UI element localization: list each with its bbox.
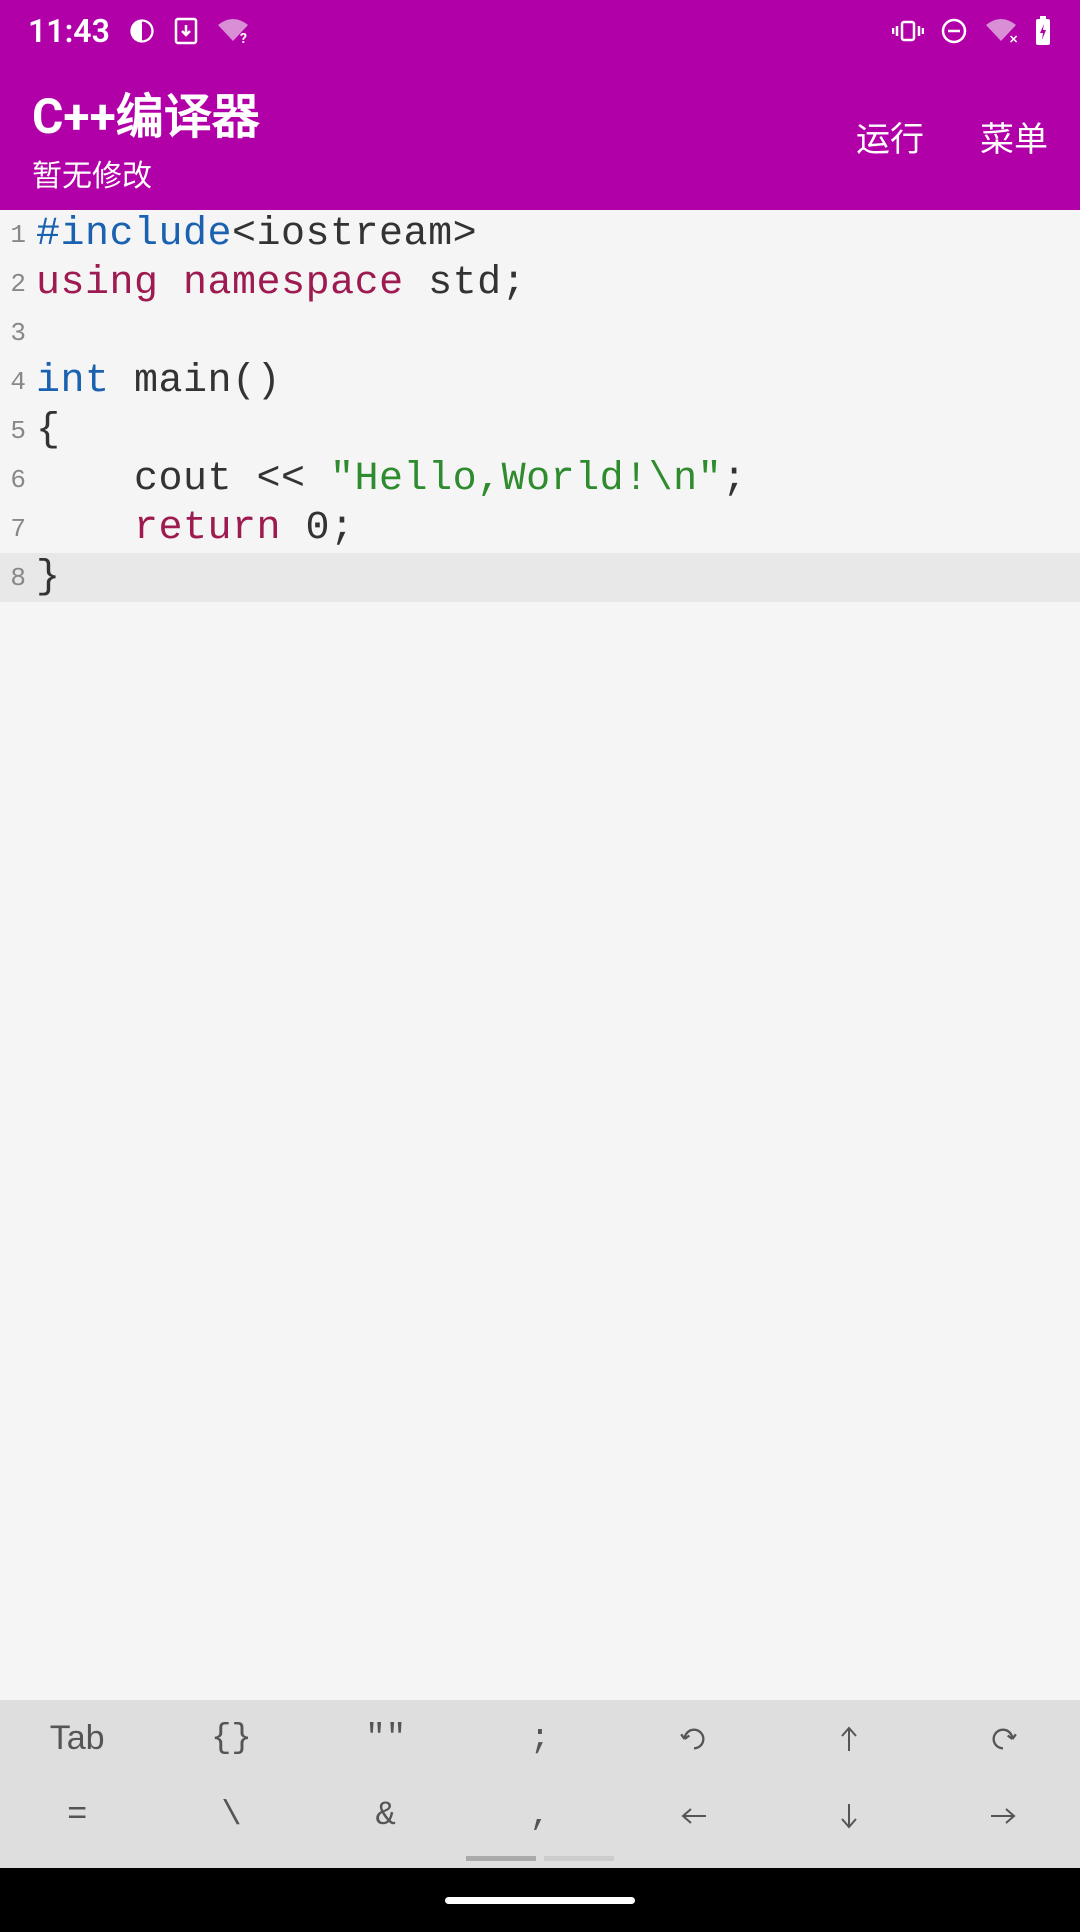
line-number: 6 — [0, 465, 36, 495]
app-title: C++编译器 — [32, 77, 260, 147]
key-arrow-left[interactable] — [617, 1777, 771, 1854]
wifi-question-icon: ? — [216, 17, 250, 45]
line-number: 4 — [0, 367, 36, 397]
wifi-error-icon: ✕ — [984, 17, 1018, 45]
status-bar: 11:43 ? ✕ — [0, 0, 1080, 62]
key-arrow-down[interactable] — [771, 1777, 925, 1854]
header-title-block: C++编译器 暂无修改 — [32, 77, 260, 195]
code-line[interactable]: 2using namespace std; — [0, 259, 1080, 308]
line-content: int main() — [36, 359, 281, 404]
vibrate-icon — [892, 19, 924, 43]
key-arrow-up[interactable] — [771, 1700, 925, 1777]
indicator-inactive — [544, 1856, 614, 1861]
code-line[interactable]: 6 cout << "Hello,World!\n"; — [0, 455, 1080, 504]
app-header: C++编译器 暂无修改 运行 菜单 — [0, 62, 1080, 210]
nav-bar — [0, 1868, 1080, 1932]
code-line[interactable]: 5{ — [0, 406, 1080, 455]
notification-icon — [128, 17, 156, 45]
app-subtitle: 暂无修改 — [32, 151, 260, 195]
keyboard-indicator — [0, 1854, 1080, 1868]
line-number: 1 — [0, 220, 36, 250]
line-content: return 0; — [36, 506, 355, 551]
code-line[interactable]: 7 return 0; — [0, 504, 1080, 553]
key-ampersand[interactable]: & — [309, 1777, 463, 1854]
status-left: 11:43 ? — [28, 12, 250, 50]
line-content: #include<iostream> — [36, 212, 477, 257]
key-redo[interactable] — [926, 1700, 1080, 1777]
keyboard-row-2: = \ & , — [0, 1777, 1080, 1854]
nav-home-pill[interactable] — [445, 1897, 635, 1904]
key-semicolon[interactable]: ; — [463, 1700, 617, 1777]
line-content: } — [36, 555, 61, 600]
code-line[interactable]: 3 — [0, 308, 1080, 357]
line-number: 3 — [0, 318, 36, 348]
line-content: cout << "Hello,World!\n"; — [36, 457, 747, 502]
line-number: 8 — [0, 563, 36, 593]
run-button[interactable]: 运行 — [856, 112, 924, 161]
key-braces[interactable]: {} — [154, 1700, 308, 1777]
key-equals[interactable]: = — [0, 1777, 154, 1854]
code-line[interactable]: 1#include<iostream> — [0, 210, 1080, 259]
status-right: ✕ — [892, 16, 1052, 46]
key-undo[interactable] — [617, 1700, 771, 1777]
line-number: 2 — [0, 269, 36, 299]
code-line[interactable]: 8} — [0, 553, 1080, 602]
code-editor[interactable]: 1#include<iostream>2using namespace std;… — [0, 210, 1080, 1700]
line-content: { — [36, 408, 61, 453]
key-arrow-right[interactable] — [926, 1777, 1080, 1854]
key-backslash[interactable]: \ — [154, 1777, 308, 1854]
header-actions: 运行 菜单 — [856, 112, 1048, 161]
dnd-icon — [940, 17, 968, 45]
code-line[interactable]: 4int main() — [0, 357, 1080, 406]
line-number: 7 — [0, 514, 36, 544]
line-number: 5 — [0, 416, 36, 446]
download-icon — [174, 17, 198, 45]
key-comma[interactable]: , — [463, 1777, 617, 1854]
battery-icon — [1034, 16, 1052, 46]
line-content: using namespace std; — [36, 261, 526, 306]
key-tab[interactable]: Tab — [0, 1700, 154, 1777]
status-time: 11:43 — [28, 12, 110, 50]
keyboard-row-1: Tab {} "" ; — [0, 1700, 1080, 1777]
svg-text:?: ? — [240, 31, 247, 45]
svg-text:✕: ✕ — [1009, 33, 1018, 45]
indicator-active — [466, 1856, 536, 1861]
key-quotes[interactable]: "" — [309, 1700, 463, 1777]
menu-button[interactable]: 菜单 — [980, 112, 1048, 161]
